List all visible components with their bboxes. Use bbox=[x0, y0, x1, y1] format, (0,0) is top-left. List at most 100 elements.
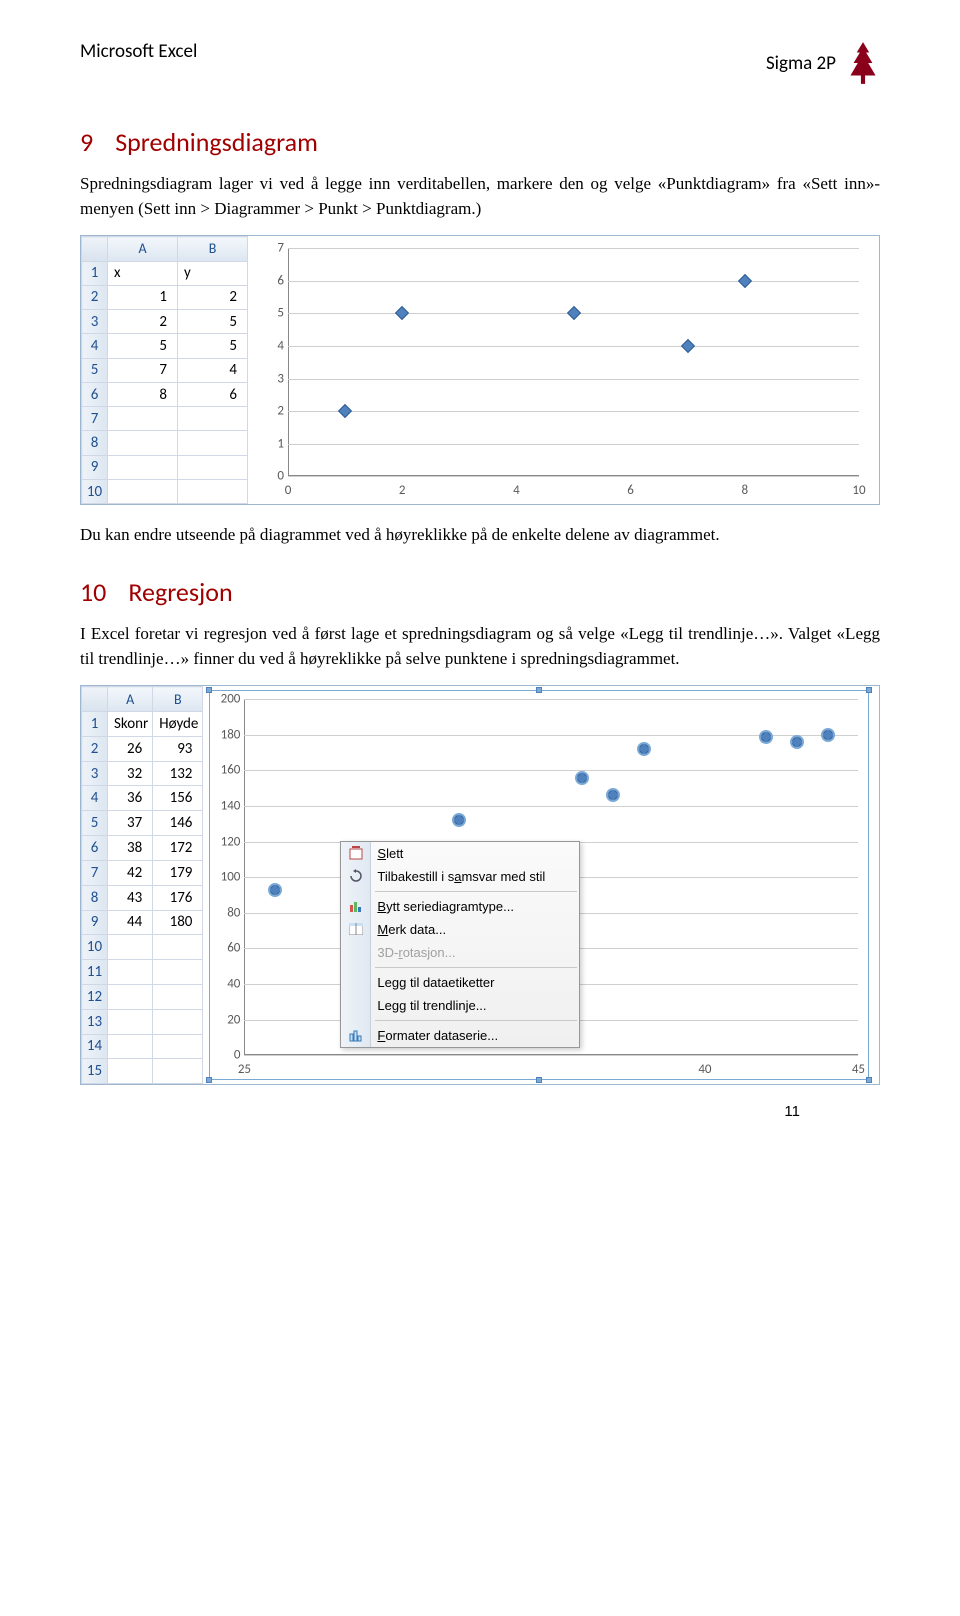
cell-B5[interactable]: 4 bbox=[178, 358, 248, 382]
row2-7[interactable]: 7 bbox=[82, 860, 108, 885]
resize-handle-se[interactable] bbox=[866, 1077, 872, 1083]
scatter-chart-1[interactable]: 012345670246810 bbox=[254, 240, 869, 500]
scatter-chart-2[interactable]: Slett Tilbakestill i samsvar med stil By… bbox=[209, 690, 869, 1080]
cell-B3[interactable]: 5 bbox=[178, 310, 248, 334]
cell2-A10[interactable] bbox=[108, 935, 153, 960]
row2-5[interactable]: 5 bbox=[82, 811, 108, 836]
cell2-B10[interactable] bbox=[153, 935, 203, 960]
data-point[interactable] bbox=[759, 730, 773, 744]
cell2-B5[interactable]: 146 bbox=[153, 811, 203, 836]
row2-14[interactable]: 14 bbox=[82, 1034, 108, 1059]
row-10[interactable]: 10 bbox=[82, 479, 108, 503]
row-1[interactable]: 1 bbox=[82, 261, 108, 285]
cell2-A6[interactable]: 38 bbox=[108, 836, 153, 861]
col2-B[interactable]: B bbox=[153, 687, 203, 712]
menu-item-delete[interactable]: Slett bbox=[341, 842, 579, 865]
row-6[interactable]: 6 bbox=[82, 382, 108, 406]
cell-A10[interactable] bbox=[108, 479, 178, 503]
cell2-B14[interactable] bbox=[153, 1034, 203, 1059]
row2-9[interactable]: 9 bbox=[82, 910, 108, 935]
data-point[interactable] bbox=[790, 735, 804, 749]
cell-A6[interactable]: 8 bbox=[108, 382, 178, 406]
cell2-B12[interactable] bbox=[153, 984, 203, 1009]
resize-handle-ne[interactable] bbox=[866, 687, 872, 693]
data-point[interactable] bbox=[636, 742, 650, 756]
resize-handle-n[interactable] bbox=[536, 687, 542, 693]
cell-B7[interactable] bbox=[178, 407, 248, 431]
data-point[interactable] bbox=[821, 728, 835, 742]
cell2-A12[interactable] bbox=[108, 984, 153, 1009]
menu-item-select-data[interactable]: Merk data... bbox=[341, 918, 579, 941]
cell-B8[interactable] bbox=[178, 431, 248, 455]
col-B[interactable]: B bbox=[178, 237, 248, 261]
row2-10[interactable]: 10 bbox=[82, 935, 108, 960]
cell-B1[interactable]: y bbox=[178, 261, 248, 285]
cell2-A9[interactable]: 44 bbox=[108, 910, 153, 935]
cell2-A7[interactable]: 42 bbox=[108, 860, 153, 885]
data-point[interactable] bbox=[566, 306, 580, 320]
cell2-B9[interactable]: 180 bbox=[153, 910, 203, 935]
menu-item-add-data-labels[interactable]: Legg til dataetiketter bbox=[341, 971, 579, 994]
row-5[interactable]: 5 bbox=[82, 358, 108, 382]
cell2-B2[interactable]: 93 bbox=[153, 736, 203, 761]
menu-item-reset[interactable]: Tilbakestill i samsvar med stil bbox=[341, 865, 579, 888]
cell2-B1[interactable]: Høyde bbox=[153, 712, 203, 737]
cell2-B8[interactable]: 176 bbox=[153, 885, 203, 910]
row2-2[interactable]: 2 bbox=[82, 736, 108, 761]
row2-4[interactable]: 4 bbox=[82, 786, 108, 811]
cell-A9[interactable] bbox=[108, 455, 178, 479]
col-A[interactable]: A bbox=[108, 237, 178, 261]
menu-item-format-series[interactable]: Formater dataserie... bbox=[341, 1024, 579, 1047]
cell-A5[interactable]: 7 bbox=[108, 358, 178, 382]
data-point[interactable] bbox=[575, 770, 589, 784]
select-all-corner[interactable] bbox=[82, 237, 108, 261]
cell-B6[interactable]: 6 bbox=[178, 382, 248, 406]
cell-A2[interactable]: 1 bbox=[108, 285, 178, 309]
row-7[interactable]: 7 bbox=[82, 407, 108, 431]
cell-A3[interactable]: 2 bbox=[108, 310, 178, 334]
row2-13[interactable]: 13 bbox=[82, 1009, 108, 1034]
menu-item-add-trendline[interactable]: Legg til trendlinje... bbox=[341, 994, 579, 1017]
cell2-B11[interactable] bbox=[153, 960, 203, 985]
cell2-B7[interactable]: 179 bbox=[153, 860, 203, 885]
cell-B2[interactable]: 2 bbox=[178, 285, 248, 309]
cell2-A5[interactable]: 37 bbox=[108, 811, 153, 836]
data-point[interactable] bbox=[395, 306, 409, 320]
row-2[interactable]: 2 bbox=[82, 285, 108, 309]
row2-8[interactable]: 8 bbox=[82, 885, 108, 910]
data-point[interactable] bbox=[338, 404, 352, 418]
row-4[interactable]: 4 bbox=[82, 334, 108, 358]
data-point[interactable] bbox=[268, 883, 282, 897]
data-point[interactable] bbox=[452, 813, 466, 827]
resize-handle-sw[interactable] bbox=[206, 1077, 212, 1083]
row-8[interactable]: 8 bbox=[82, 431, 108, 455]
cell2-B6[interactable]: 172 bbox=[153, 836, 203, 861]
row2-3[interactable]: 3 bbox=[82, 761, 108, 786]
row2-6[interactable]: 6 bbox=[82, 836, 108, 861]
cell2-A1[interactable]: Skonr bbox=[108, 712, 153, 737]
cell-B10[interactable] bbox=[178, 479, 248, 503]
cell2-A4[interactable]: 36 bbox=[108, 786, 153, 811]
cell-A1[interactable]: x bbox=[108, 261, 178, 285]
cell2-A14[interactable] bbox=[108, 1034, 153, 1059]
data-point[interactable] bbox=[681, 339, 695, 353]
cell-A7[interactable] bbox=[108, 407, 178, 431]
cell2-B15[interactable] bbox=[153, 1059, 203, 1084]
cell2-A13[interactable] bbox=[108, 1009, 153, 1034]
cell-B9[interactable] bbox=[178, 455, 248, 479]
row2-12[interactable]: 12 bbox=[82, 984, 108, 1009]
cell-A8[interactable] bbox=[108, 431, 178, 455]
row-9[interactable]: 9 bbox=[82, 455, 108, 479]
data-point[interactable] bbox=[606, 788, 620, 802]
cell2-B3[interactable]: 132 bbox=[153, 761, 203, 786]
cell2-B4[interactable]: 156 bbox=[153, 786, 203, 811]
cell2-A15[interactable] bbox=[108, 1059, 153, 1084]
row2-1[interactable]: 1 bbox=[82, 712, 108, 737]
col2-A[interactable]: A bbox=[108, 687, 153, 712]
row2-11[interactable]: 11 bbox=[82, 960, 108, 985]
data-point[interactable] bbox=[738, 274, 752, 288]
cell2-A8[interactable]: 43 bbox=[108, 885, 153, 910]
resize-handle-s[interactable] bbox=[536, 1077, 542, 1083]
cell2-A2[interactable]: 26 bbox=[108, 736, 153, 761]
row2-15[interactable]: 15 bbox=[82, 1059, 108, 1084]
